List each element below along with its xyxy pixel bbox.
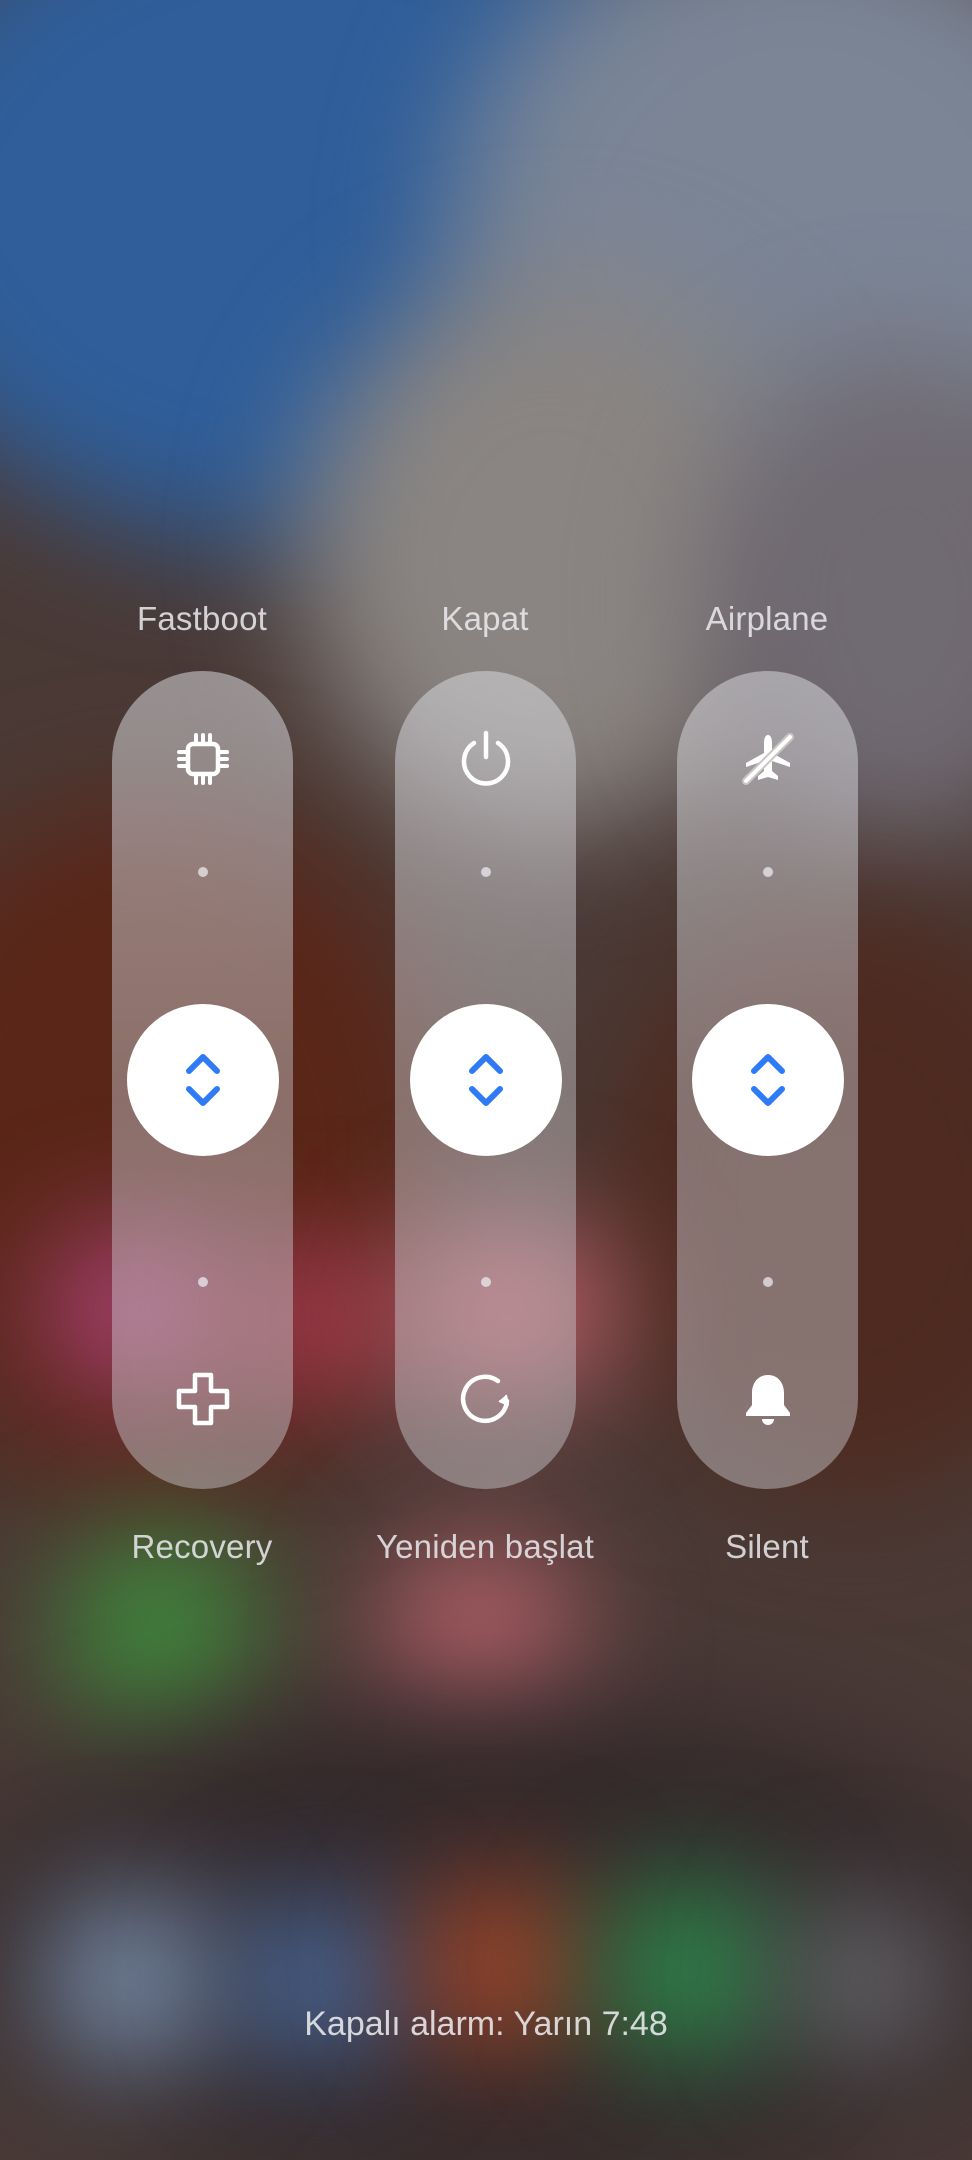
chip-icon[interactable] — [171, 727, 235, 791]
chevron-up-down-icon — [750, 1054, 785, 1106]
dot-indicator — [762, 867, 773, 877]
plus-icon[interactable] — [171, 1367, 235, 1431]
airplane-off-icon[interactable] — [736, 727, 800, 791]
dot-indicator — [480, 1277, 491, 1287]
chevron-up-down-icon — [468, 1054, 503, 1106]
dot-indicator — [197, 1277, 208, 1287]
slider-fastboot-recovery[interactable] — [112, 671, 293, 1489]
airplane-label: Airplane — [705, 600, 829, 637]
slider-airplane-silent[interactable] — [677, 671, 858, 1489]
dot-indicator — [480, 867, 491, 877]
chevron-up-down-icon — [185, 1054, 220, 1106]
slider-knob[interactable] — [126, 1004, 279, 1156]
power-icon[interactable] — [454, 727, 518, 791]
bell-icon[interactable] — [736, 1367, 800, 1431]
dot-indicator — [197, 867, 208, 877]
recovery-label: Recovery — [131, 1528, 273, 1565]
alarm-status: Kapalı alarm: Yarın 7:48 — [304, 2005, 668, 2043]
restart-icon[interactable] — [454, 1367, 518, 1431]
slider-knob[interactable] — [409, 1004, 562, 1156]
slider-power-restart[interactable] — [395, 671, 576, 1489]
dot-indicator — [762, 1277, 773, 1287]
restart-label: Yeniden başlat — [375, 1528, 595, 1565]
silent-label: Silent — [725, 1528, 809, 1565]
power-off-label: Kapat — [441, 600, 529, 637]
slider-knob[interactable] — [691, 1004, 844, 1156]
fastboot-label: Fastboot — [136, 600, 267, 637]
